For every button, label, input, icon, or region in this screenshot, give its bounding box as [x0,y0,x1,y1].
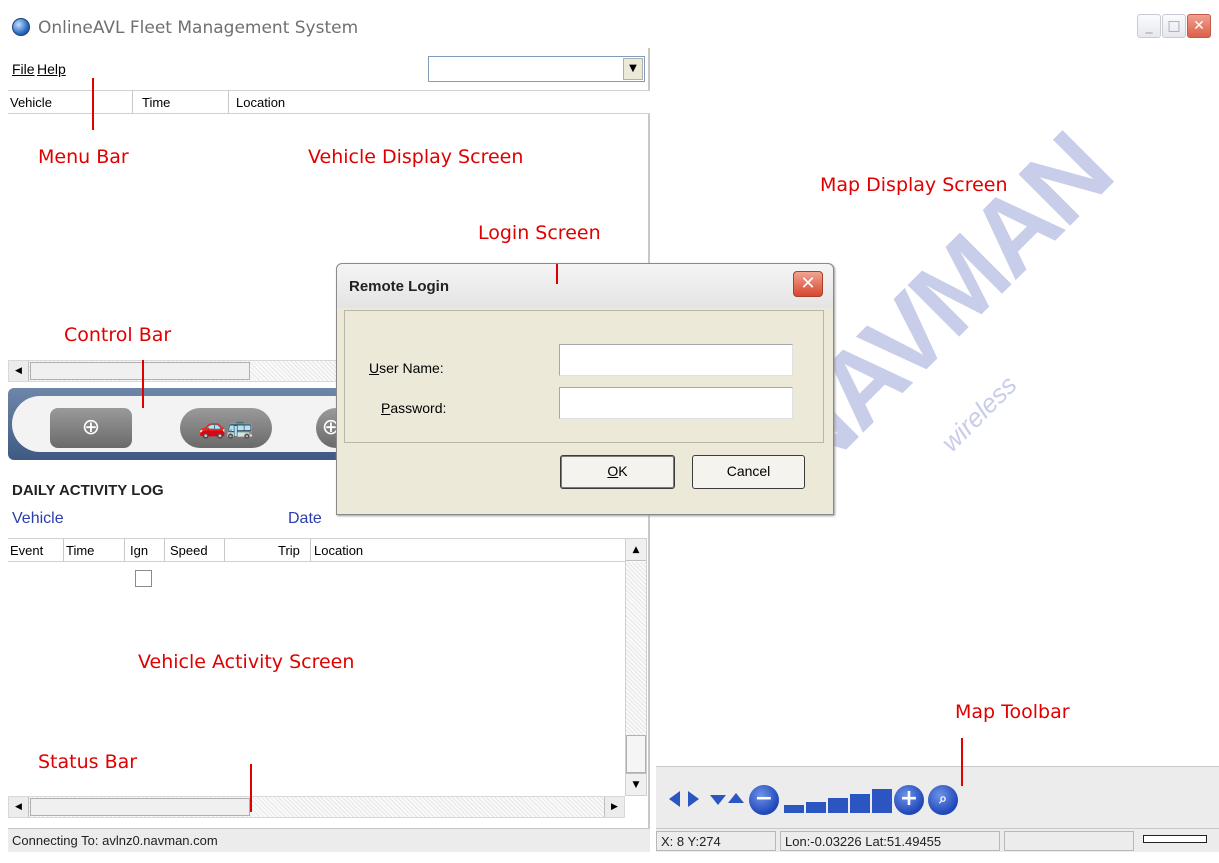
annotation-menu-bar: Menu Bar [38,146,129,168]
zoom-in-icon[interactable]: + [894,785,924,815]
ok-button[interactable]: OK [560,455,675,489]
annotation-pointer [142,360,144,408]
annotation-map-display: Map Display Screen [820,174,1008,196]
password-label-text: assword: [390,400,447,416]
column-divider[interactable] [310,539,311,561]
password-input[interactable] [559,387,793,419]
window-title: OnlineAVL Fleet Management System [38,18,359,38]
activity-list-vscrollbar[interactable]: ▲ ▼ [625,538,647,796]
map-toolbar: − + ⌕ [656,766,1219,828]
progress-indicator [1143,835,1207,843]
dialog-close-button[interactable]: ✕ [793,271,823,297]
vehicles-icon[interactable]: 🚗🚌 [180,408,272,448]
pan-right-icon[interactable] [688,791,699,807]
scroll-thumb[interactable] [30,362,250,380]
column-time[interactable]: Time [142,95,170,110]
zoom-level-3[interactable] [828,798,848,813]
password-accel-key: P [381,400,391,416]
ignition-checkbox[interactable] [135,570,152,587]
dialog-title: Remote Login [349,278,449,295]
status-bar: Connecting To: avlnz0.navman.com [8,828,650,852]
pan-down-icon[interactable] [710,795,726,805]
activity-date-label: Date [288,510,322,527]
activity-list-header: Event Time Ign Speed Trip Location [8,538,628,562]
zoom-out-icon[interactable]: − [749,785,779,815]
column-divider[interactable] [228,91,229,113]
column-divider[interactable] [63,539,64,561]
column-speed[interactable]: Speed [170,543,208,558]
maximize-button[interactable]: □ [1162,14,1186,38]
menu-help-label: Help [37,61,66,77]
activity-log-title: DAILY ACTIVITY LOG [12,482,164,499]
scroll-left-icon[interactable]: ◀ [9,797,29,817]
cancel-button[interactable]: Cancel [692,455,805,489]
cursor-xy-readout: X: 8 Y:274 [656,831,776,851]
activity-list-hscrollbar[interactable]: ◀ ▶ [8,796,625,818]
column-location[interactable]: Location [236,95,285,110]
column-location[interactable]: Location [314,543,363,558]
menu-file[interactable]: File [12,61,35,77]
vehicle-group-select[interactable]: ▼ [428,56,645,82]
annotation-pointer [250,764,252,812]
ok-label-text: K [618,463,628,479]
scroll-down-icon[interactable]: ▼ [626,773,646,795]
zoom-level-4[interactable] [850,794,870,813]
connection-status: Connecting To: avlnz0.navman.com [12,833,218,848]
menu-help[interactable]: Help [37,61,66,77]
column-event[interactable]: Event [10,543,43,558]
username-label: User Name: [369,360,444,376]
scroll-left-icon[interactable]: ◀ [9,361,29,381]
pan-up-icon[interactable] [728,793,744,803]
username-accel-key: U [369,360,380,376]
dropdown-arrow-icon[interactable]: ▼ [623,58,643,80]
menu-file-label: File [12,61,35,77]
column-divider[interactable] [132,91,133,113]
menu-bar: File Help ▼ [8,48,650,88]
column-trip[interactable]: Trip [278,543,300,558]
minimize-button[interactable]: _ [1137,14,1161,38]
map-status-bar: X: 8 Y:274 Lon:-0.03226 Lat:51.49455 [656,828,1219,852]
status-cell-empty [1004,831,1134,851]
column-divider[interactable] [164,539,165,561]
vehicle-list-header: Vehicle Time Location [8,90,650,114]
close-window-button[interactable]: ✕ [1187,14,1211,38]
zoom-level-5[interactable] [872,789,892,813]
scroll-thumb[interactable] [626,735,646,773]
find-icon[interactable]: ⌕ [928,785,958,815]
username-input[interactable] [559,344,793,376]
annotation-pointer [556,264,558,284]
column-divider[interactable] [124,539,125,561]
password-label: Password: [381,400,446,416]
cursor-lonlat-readout: Lon:-0.03226 Lat:51.49455 [780,831,1000,851]
annotation-map-toolbar: Map Toolbar [955,701,1070,723]
username-label-text: ser Name: [379,360,444,376]
title-bar: OnlineAVL Fleet Management System _ □ ✕ [0,0,1219,48]
app-globe-icon [12,18,30,36]
pan-left-icon[interactable] [669,791,680,807]
column-ign[interactable]: Ign [130,543,148,558]
column-time[interactable]: Time [66,543,94,558]
annotation-status-bar: Status Bar [38,751,138,773]
ok-accel-key: O [607,463,619,479]
target-icon[interactable]: ⊕ [50,408,132,448]
scroll-up-icon[interactable]: ▲ [626,539,646,561]
dialog-titlebar[interactable]: Remote Login ✕ [337,264,833,308]
zoom-level-2[interactable] [806,802,826,813]
annotation-vehicle-display: Vehicle Display Screen [308,146,524,168]
annotation-vehicle-activity: Vehicle Activity Screen [138,651,355,673]
credentials-group [344,310,824,443]
scroll-track[interactable] [626,562,646,735]
remote-login-dialog: Remote Login ✕ User Name: Password: OK C… [336,263,834,515]
scroll-thumb[interactable] [30,798,250,816]
column-vehicle[interactable]: Vehicle [10,95,52,110]
annotation-control-bar: Control Bar [64,324,172,346]
annotation-pointer [92,78,94,130]
annotation-login-screen: Login Screen [478,222,601,244]
activity-vehicle-label: Vehicle [12,510,64,527]
annotation-pointer [961,738,963,786]
scroll-right-icon[interactable]: ▶ [604,797,624,817]
column-divider[interactable] [224,539,225,561]
zoom-level-1[interactable] [784,805,804,813]
